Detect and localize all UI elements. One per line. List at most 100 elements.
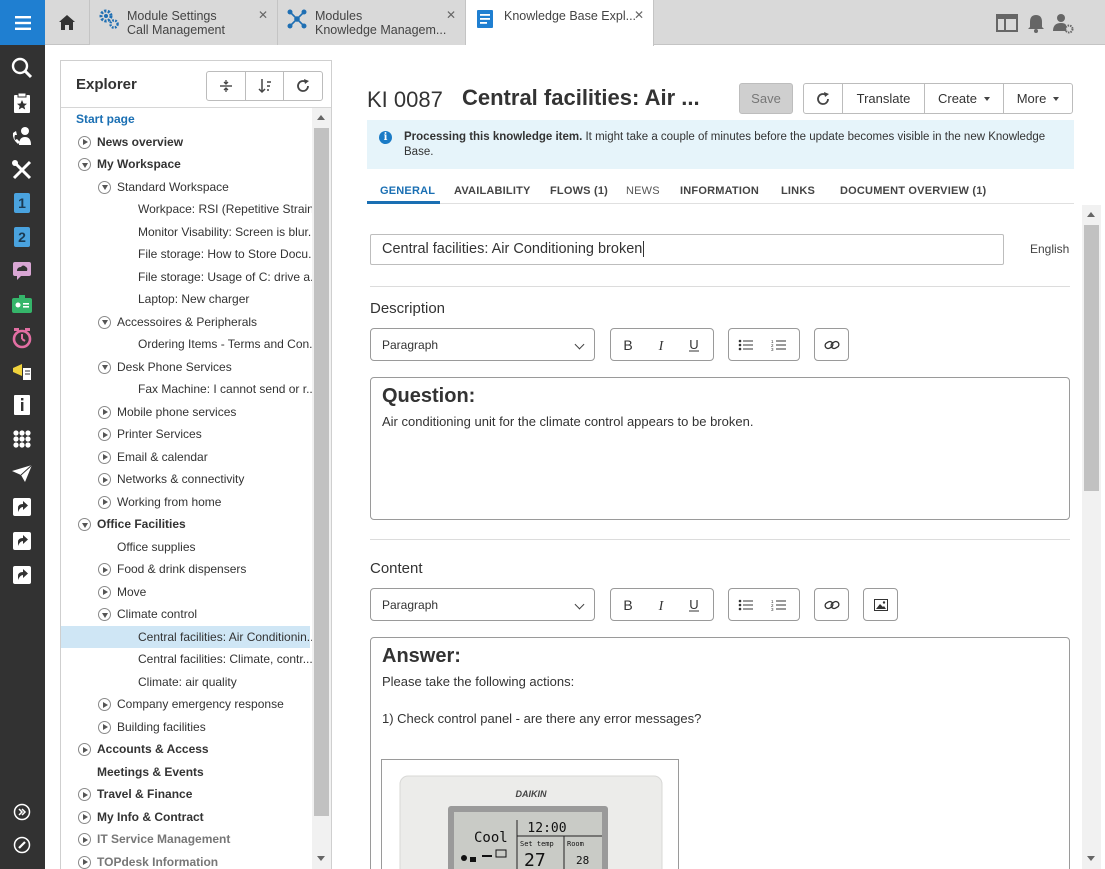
tree-item[interactable]: Climate control bbox=[61, 603, 310, 625]
tree-item[interactable]: Workpace: RSI (Repetitive Strain... bbox=[61, 198, 324, 220]
translate-button[interactable]: Translate bbox=[843, 84, 925, 113]
phone-person-icon[interactable] bbox=[9, 123, 35, 149]
numbered-list-button[interactable]: 123 bbox=[762, 329, 795, 360]
bell-icon[interactable] bbox=[1025, 12, 1047, 34]
tree-item[interactable]: Food & drink dispensers bbox=[61, 558, 310, 580]
expand-toggle-icon[interactable] bbox=[98, 585, 111, 599]
tree-item[interactable]: Ordering Items - Terms and Con... bbox=[61, 333, 319, 355]
layout-icon[interactable] bbox=[996, 12, 1018, 34]
shortcut-icon[interactable] bbox=[9, 562, 35, 588]
close-icon[interactable]: ✕ bbox=[446, 8, 456, 22]
bold-button[interactable]: B bbox=[611, 329, 644, 360]
tree-item[interactable]: Networks & connectivity bbox=[61, 468, 310, 490]
collapse-toggle-icon[interactable] bbox=[78, 158, 91, 171]
tree-item[interactable]: Monitor Visability: Screen is blur... bbox=[61, 221, 318, 243]
tree-item[interactable]: IT Service Management bbox=[61, 828, 310, 850]
tree-item[interactable]: Accounts & Access bbox=[61, 738, 310, 760]
numbered-list-button[interactable]: 123 bbox=[762, 589, 795, 620]
tree-item[interactable]: Travel & Finance bbox=[61, 783, 310, 805]
tree-item[interactable]: Office Facilities bbox=[61, 513, 310, 535]
expand-toggle-icon[interactable] bbox=[98, 473, 111, 486]
tab-knowledge-base-explorer[interactable]: Knowledge Base Expl... ✕ bbox=[466, 0, 654, 46]
expand-toggle-icon[interactable] bbox=[78, 833, 91, 846]
bold-button[interactable]: B bbox=[611, 589, 644, 620]
collapse-all-button[interactable] bbox=[207, 72, 246, 100]
number-one-icon[interactable]: 1 bbox=[9, 190, 35, 216]
tree-item[interactable]: Fax Machine: I cannot send or r... bbox=[61, 378, 316, 400]
tree-item[interactable]: Email & calendar bbox=[61, 446, 310, 468]
close-icon[interactable]: ✕ bbox=[634, 8, 644, 22]
megaphone-icon[interactable] bbox=[9, 358, 35, 384]
tools-icon[interactable] bbox=[9, 157, 35, 183]
search-icon[interactable] bbox=[9, 55, 35, 81]
save-button[interactable]: Save bbox=[739, 83, 793, 114]
tree-item[interactable]: My Info & Contract bbox=[61, 806, 310, 828]
italic-button[interactable]: I bbox=[644, 329, 677, 360]
create-button[interactable]: Create bbox=[925, 84, 1004, 113]
explorer-scrollbar[interactable] bbox=[312, 108, 331, 869]
underline-button[interactable]: U bbox=[677, 329, 710, 360]
title-field[interactable]: Central facilities: Air Conditioning bro… bbox=[370, 234, 1004, 265]
tree-item[interactable]: Building facilities bbox=[61, 716, 310, 738]
expand-toggle-icon[interactable] bbox=[78, 743, 91, 756]
tab-general[interactable]: GENERAL bbox=[380, 185, 435, 197]
bullet-list-button[interactable] bbox=[729, 329, 762, 360]
id-card-icon[interactable] bbox=[9, 291, 35, 317]
tab-flows[interactable]: FLOWS (1) bbox=[550, 185, 608, 197]
tree-item[interactable]: Company emergency response bbox=[61, 693, 310, 715]
tree-item[interactable]: Laptop: New charger bbox=[61, 288, 310, 310]
expand-toggle-icon[interactable] bbox=[78, 810, 91, 824]
edit-icon[interactable] bbox=[9, 832, 35, 858]
tab-availability[interactable]: AVAILABILITY bbox=[454, 185, 531, 197]
user-settings-icon[interactable] bbox=[1052, 12, 1074, 34]
expand-toggle-icon[interactable] bbox=[78, 135, 91, 149]
tree-item[interactable]: Central facilities: Air Conditionin... bbox=[61, 625, 317, 648]
tree-item[interactable]: File storage: Usage of C: drive a... bbox=[61, 266, 320, 288]
scrollbar-thumb[interactable] bbox=[1084, 225, 1099, 491]
expand-toggle-icon[interactable] bbox=[78, 788, 91, 801]
content-format-select[interactable]: Paragraph bbox=[370, 588, 595, 621]
info-book-icon[interactable] bbox=[9, 392, 35, 418]
paper-plane-icon[interactable] bbox=[9, 460, 35, 486]
expand-icon[interactable] bbox=[9, 799, 35, 825]
cloud-chat-icon[interactable] bbox=[9, 257, 35, 283]
tree-item[interactable]: Central facilities: Climate, contr... bbox=[61, 648, 313, 670]
scroll-up-icon[interactable] bbox=[317, 115, 325, 120]
tab-news[interactable]: NEWS bbox=[626, 185, 660, 197]
tree-item[interactable]: My Workspace bbox=[61, 153, 310, 175]
link-button[interactable] bbox=[815, 329, 848, 360]
bullet-list-button[interactable] bbox=[729, 589, 762, 620]
refresh-button[interactable] bbox=[284, 72, 322, 100]
tab-module-settings[interactable]: Module Settings Call Management ✕ bbox=[90, 0, 278, 45]
tree-item[interactable]: File storage: How to Store Docu... bbox=[61, 243, 318, 265]
tree-item[interactable]: Printer Services bbox=[61, 423, 310, 445]
close-icon[interactable]: ✕ bbox=[258, 8, 268, 22]
insert-image-button[interactable] bbox=[864, 589, 897, 620]
scroll-up-icon[interactable] bbox=[1087, 212, 1095, 217]
tree-item[interactable]: Office supplies bbox=[61, 536, 310, 558]
scrollbar-thumb[interactable] bbox=[314, 128, 329, 816]
form-scrollbar[interactable] bbox=[1082, 205, 1101, 869]
alarm-clock-icon[interactable] bbox=[9, 325, 35, 351]
tab-modules[interactable]: Modules Knowledge Managem... ✕ bbox=[278, 0, 466, 45]
tab-links[interactable]: LINKS bbox=[781, 185, 815, 197]
tree-item[interactable]: News overview bbox=[61, 131, 310, 153]
content-editor[interactable]: Answer: Please take the following action… bbox=[370, 637, 1070, 869]
star-clipboard-icon[interactable] bbox=[9, 90, 35, 116]
expand-toggle-icon[interactable] bbox=[98, 563, 111, 576]
tree-item[interactable]: TOPdesk Information bbox=[61, 851, 310, 869]
menu-icon[interactable] bbox=[0, 0, 45, 45]
tree-item[interactable]: Climate: air quality bbox=[61, 671, 310, 693]
sort-button[interactable] bbox=[246, 72, 285, 100]
tree-item[interactable]: Meetings & Events bbox=[61, 761, 310, 783]
expand-toggle-icon[interactable] bbox=[98, 698, 111, 711]
tree-item[interactable]: Desk Phone Services bbox=[61, 356, 310, 378]
more-button[interactable]: More bbox=[1004, 84, 1072, 113]
shortcut-icon[interactable] bbox=[9, 528, 35, 554]
expand-toggle-icon[interactable] bbox=[98, 720, 111, 734]
expand-toggle-icon[interactable] bbox=[98, 450, 111, 464]
collapse-toggle-icon[interactable] bbox=[98, 360, 111, 374]
expand-toggle-icon[interactable] bbox=[98, 495, 111, 509]
collapse-toggle-icon[interactable] bbox=[98, 180, 111, 194]
tree-item[interactable]: Move bbox=[61, 581, 310, 603]
